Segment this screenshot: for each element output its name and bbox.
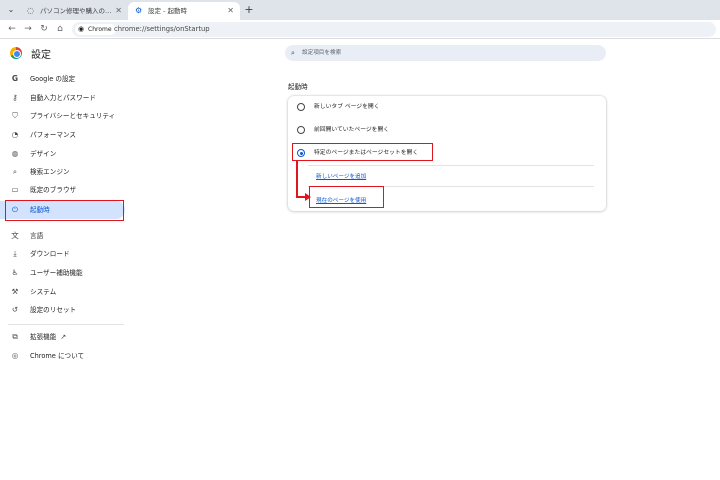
tab-title: パソコン修理や購入のご相談 - ト… [40,7,116,15]
radio-option-new-tab[interactable]: 新しいタブ ページを開く [288,96,606,118]
address-bar[interactable]: ◉ Chrome chrome://settings/onStartup [72,22,716,37]
annotation-arrow-head-icon [305,193,311,201]
highlight-box-sidebar [5,200,124,221]
sidebar-item-label: 自動入力とパスワード [30,94,96,102]
forward-button[interactable]: → [21,22,35,36]
chrome-icon: ◎ [11,351,19,360]
sidebar-item-accessibility[interactable]: ♿ ユーザー補助機能 [0,264,125,282]
reload-button[interactable]: ↻ [37,22,51,36]
chrome-logo-icon [10,47,22,59]
sidebar-item-label: デザイン [30,150,57,158]
page-icon: ◌ [27,6,34,15]
highlight-box-use-current [309,186,384,208]
shield-icon: ⛉ [12,111,18,120]
sidebar-item-label: Google の設定 [30,75,76,83]
radio-label: 新しいタブ ページを開く [314,104,380,110]
sidebar-item-label: 拡張機能 ↗ [30,328,66,346]
browser-icon: ▭ [11,185,19,194]
annotation-arrow-line [296,160,298,198]
sidebar-item-languages[interactable]: 文 言語 [0,227,125,245]
search-icon: ⌕ [291,49,295,57]
settings-search-input[interactable]: ⌕ 設定項目を検索 [285,45,606,61]
radio-label: 前回開いていたページを開く [314,127,390,133]
sidebar-item-google[interactable]: G Google の設定 [0,70,125,88]
back-button[interactable]: ← [5,22,19,36]
close-icon[interactable]: ✕ [115,2,122,20]
sidebar-item-system[interactable]: ⚒ システム [0,283,125,301]
sidebar-item-reset[interactable]: ↺ 設定のリセット [0,301,125,319]
url-text[interactable]: chrome://settings/onStartup [114,22,210,37]
sidebar-item-privacy[interactable]: ⛉ プライバシーとセキュリティ [0,107,125,125]
add-new-page-link[interactable]: 新しいページを追加 [316,172,366,180]
palette-icon: ◍ [11,149,19,158]
sidebar-item-label: Chrome について [30,352,85,360]
speedometer-icon: ◔ [11,130,19,139]
sidebar-item-label: ダウンロード [30,250,70,258]
translate-icon: 文 [11,231,19,240]
arrow-right-icon: → [24,24,32,34]
chrome-icon: ◉ [78,25,85,33]
sidebar-item-label: プライバシーとセキュリティ [30,112,116,120]
tab-search-button[interactable]: ⌄ [4,3,18,17]
download-icon: ⤓ [13,249,17,258]
sidebar-item-default-browser[interactable]: ▭ 既定のブラウザ [0,181,125,199]
search-placeholder: 設定項目を検索 [302,50,342,56]
reset-icon: ↺ [11,305,19,314]
reload-icon: ↻ [40,24,48,34]
radio-button[interactable] [297,126,305,134]
sidebar-item-extensions[interactable]: ⧉ 拡張機能 ↗ [0,328,125,346]
wrench-icon: ⚒ [11,287,19,296]
toolbar: ← → ↻ ⌂ ◉ Chrome chrome://settings/onSta… [0,20,720,39]
arrow-left-icon: ← [8,24,16,34]
search-icon: ⌕ [12,167,18,176]
sidebar-item-label: 既定のブラウザ [30,186,77,194]
sidebar-item-performance[interactable]: ◔ パフォーマンス [0,126,125,144]
extensions-label: 拡張機能 [30,333,57,341]
tab-active[interactable]: ⚙ 設定 - 起動時 ✕ [128,2,240,20]
home-icon: ⌂ [57,24,63,34]
sidebar-item-label: 検索エンジン [30,168,70,176]
sidebar-item-label: 設定のリセット [30,306,77,314]
chevron-down-icon: ⌄ [7,5,15,14]
gear-icon: ⚙ [135,6,143,15]
tab-title: 設定 - 起動時 [148,7,187,15]
google-icon: G [11,74,19,83]
sidebar-item-about[interactable]: ◎ Chrome について [0,347,125,365]
sidebar-item-label: システム [30,288,57,296]
sidebar-divider [8,324,124,325]
sidebar-item-search-engine[interactable]: ⌕ 検索エンジン [0,163,125,181]
sidebar-item-label: ユーザー補助機能 [30,269,83,277]
page-title: 設定 [31,50,51,61]
plus-icon: + [244,3,254,16]
radio-option-continue[interactable]: 前回開いていたページを開く [288,119,606,141]
radio-button[interactable] [297,103,305,111]
sidebar-item-label: パフォーマンス [30,131,77,139]
section-title: 起動時 [288,83,308,91]
sidebar-item-autofill[interactable]: ⚷ 自動入力とパスワード [0,89,125,107]
sidebar-item-label: 言語 [30,232,44,240]
chip-label: Chrome [88,26,112,33]
external-link-icon: ↗ [60,333,67,341]
sidebar-item-downloads[interactable]: ⤓ ダウンロード [0,245,125,263]
key-icon: ⚷ [12,93,18,102]
puzzle-icon: ⧉ [12,332,18,341]
highlight-box-specific-pages [292,143,433,161]
tab-strip: ⌄ ◌ パソコン修理や購入のご相談 - ト… ✕ ⚙ 設定 - 起動時 ✕ + [0,0,720,20]
home-button[interactable]: ⌂ [53,22,67,36]
card-divider [308,165,594,166]
sidebar-item-appearance[interactable]: ◍ デザイン [0,145,125,163]
tab-inactive[interactable]: ◌ パソコン修理や購入のご相談 - ト… ✕ [20,2,128,20]
site-info-chip[interactable]: ◉ Chrome [75,24,116,35]
new-tab-button[interactable]: + [242,2,256,18]
close-icon[interactable]: ✕ [227,2,234,20]
accessibility-icon: ♿ [11,268,19,277]
